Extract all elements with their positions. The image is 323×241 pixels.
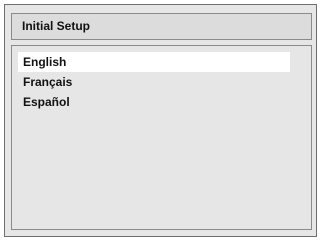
language-option-english[interactable]: English bbox=[18, 52, 290, 72]
setup-dialog: Initial Setup English Français Español bbox=[4, 4, 317, 237]
dialog-title: Initial Setup bbox=[11, 13, 312, 40]
language-list: English Français Español bbox=[18, 52, 290, 112]
language-option-espanol[interactable]: Español bbox=[18, 92, 290, 112]
language-menu-panel: English Français Español bbox=[11, 45, 312, 230]
language-option-francais[interactable]: Français bbox=[18, 72, 290, 92]
